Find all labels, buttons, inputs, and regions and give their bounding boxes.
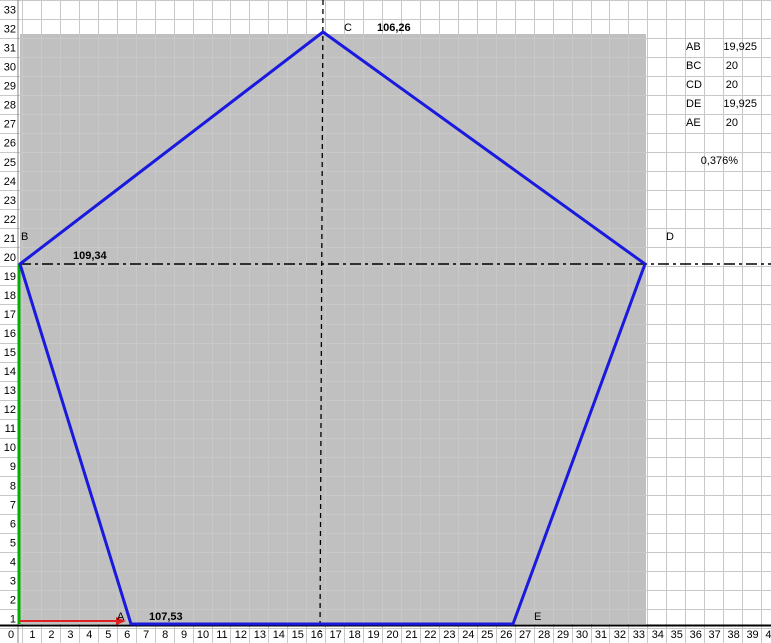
side-label-ab: AB — [686, 41, 701, 53]
row-number: 2 — [10, 594, 16, 606]
row-number: 18 — [4, 290, 16, 302]
row-number: 9 — [10, 461, 16, 473]
column-number: 35 — [671, 629, 683, 641]
column-number: 38 — [728, 629, 740, 641]
column-number: 8 — [162, 629, 168, 641]
column-number: 25 — [481, 629, 493, 641]
column-number: 15 — [292, 629, 304, 641]
column-number: 9 — [181, 629, 187, 641]
column-number: 3 — [67, 629, 73, 641]
column-number: 18 — [349, 629, 361, 641]
column-number: 26 — [500, 629, 512, 641]
column-number: 19 — [367, 629, 379, 641]
vertex-label-e: E — [534, 611, 541, 623]
column-number: 14 — [273, 629, 285, 641]
column-number: 32 — [614, 629, 626, 641]
error-percent: 0,376% — [701, 155, 739, 167]
angle-label-a: 107,53 — [149, 611, 183, 623]
row-number: 7 — [10, 499, 16, 511]
row-number: 26 — [4, 138, 16, 150]
side-value-ab: 19,925 — [723, 41, 757, 53]
column-number: 5 — [105, 629, 111, 641]
vertex-label-a: A — [117, 611, 125, 623]
column-number: 2 — [48, 629, 54, 641]
side-value-bc: 20 — [726, 60, 738, 72]
column-number: 34 — [652, 629, 664, 641]
column-number: 7 — [143, 629, 149, 641]
row-number: 31 — [4, 43, 16, 55]
column-number: 28 — [538, 629, 550, 641]
row-number: 23 — [4, 195, 16, 207]
row-number: 14 — [4, 366, 16, 378]
row-number: 28 — [4, 100, 16, 112]
column-number: 1 — [29, 629, 35, 641]
vertex-label-d: D — [666, 231, 674, 243]
row-number: 5 — [10, 537, 16, 549]
row-number: 8 — [10, 480, 16, 492]
column-number: 21 — [405, 629, 417, 641]
vertex-label-c: C — [344, 22, 352, 34]
column-number: 23 — [443, 629, 455, 641]
column-number: 39 — [746, 629, 758, 641]
row-number: 1 — [10, 613, 16, 625]
row-number: 11 — [5, 423, 16, 435]
row-number: 19 — [4, 271, 16, 283]
row-number: 33 — [4, 5, 16, 17]
column-number: 24 — [462, 629, 474, 641]
row-number: 21 — [4, 233, 16, 245]
side-value-de: 19,925 — [723, 98, 757, 110]
row-number: 16 — [4, 328, 16, 340]
column-number: 16 — [311, 629, 323, 641]
column-number: 11 — [216, 629, 227, 641]
row-number: 24 — [4, 176, 16, 188]
column-number: 17 — [330, 629, 342, 641]
column-number: 40 — [765, 629, 771, 641]
column-number: 30 — [576, 629, 588, 641]
side-label-de: DE — [686, 98, 701, 110]
row-number: 29 — [4, 81, 16, 93]
row-number: 32 — [4, 24, 16, 36]
row-number: 27 — [4, 119, 16, 131]
column-number: 0 — [8, 629, 14, 641]
row-number: 30 — [4, 62, 16, 74]
row-number: 25 — [4, 157, 16, 169]
side-value-cd: 20 — [726, 79, 738, 91]
row-number: 13 — [4, 385, 16, 397]
row-number: 17 — [4, 309, 16, 321]
column-number: 29 — [557, 629, 569, 641]
column-number: 10 — [197, 629, 209, 641]
side-label-ae: AE — [686, 117, 701, 129]
angle-label-b: 109,34 — [73, 250, 108, 262]
column-number: 6 — [124, 629, 130, 641]
row-number: 20 — [4, 252, 16, 264]
column-number: 27 — [519, 629, 531, 641]
vertex-label-b: B — [21, 231, 28, 243]
column-number: 13 — [254, 629, 266, 641]
column-number: 37 — [709, 629, 721, 641]
row-number: 10 — [4, 442, 16, 454]
row-number: 12 — [4, 404, 16, 416]
column-number: 4 — [86, 629, 92, 641]
column-number: 12 — [235, 629, 247, 641]
shape-background — [20, 34, 646, 624]
row-number: 3 — [10, 575, 16, 587]
row-number: 4 — [10, 556, 16, 568]
column-number: 20 — [386, 629, 398, 641]
side-value-ae: 20 — [726, 117, 738, 129]
angle-label-c: 106,26 — [377, 22, 411, 34]
row-number: 6 — [10, 518, 16, 530]
side-label-bc: BC — [686, 60, 701, 72]
spreadsheet-canvas: 3332313029282726252423222120191817161514… — [0, 0, 771, 643]
row-number: 22 — [4, 214, 16, 226]
column-number: 22 — [424, 629, 436, 641]
column-number: 31 — [595, 629, 607, 641]
side-label-cd: CD — [686, 79, 702, 91]
column-number: 36 — [690, 629, 702, 641]
row-number: 15 — [4, 347, 16, 359]
column-number: 33 — [633, 629, 645, 641]
